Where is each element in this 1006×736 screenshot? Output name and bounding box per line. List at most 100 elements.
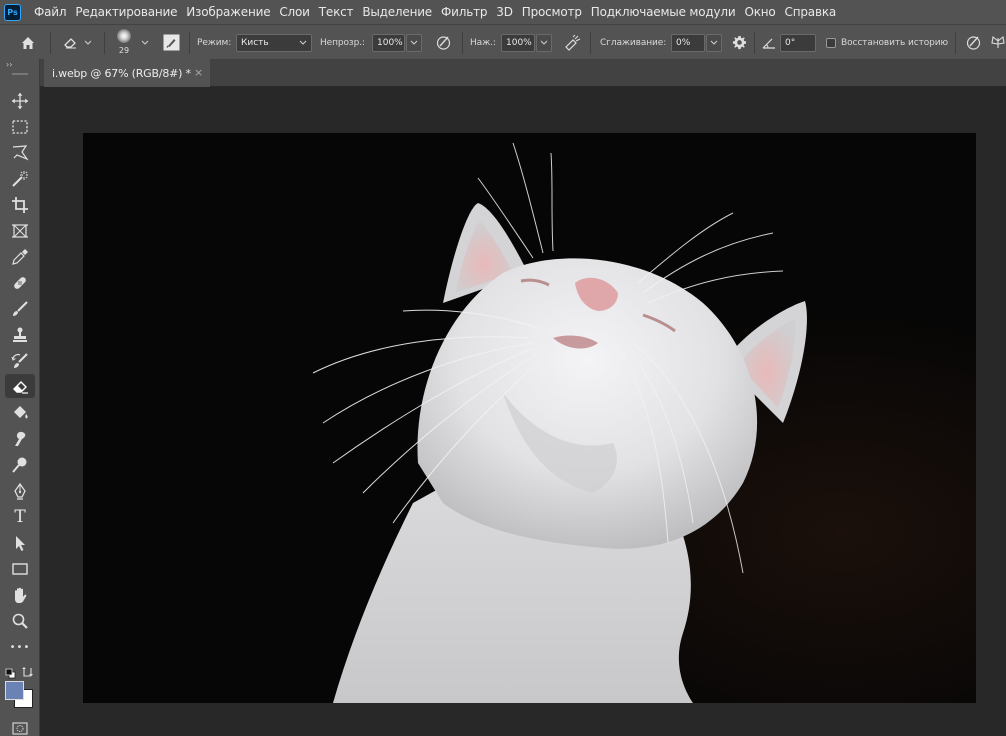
type-tool[interactable]: T bbox=[5, 505, 35, 529]
smudge-tool[interactable] bbox=[5, 427, 35, 451]
menu-edit[interactable]: Редактирование bbox=[71, 5, 182, 19]
home-button[interactable] bbox=[16, 25, 40, 60]
chevron-down-icon bbox=[540, 40, 548, 45]
more-tools[interactable]: ••• bbox=[5, 635, 35, 659]
swap-arrows-icon bbox=[22, 667, 33, 677]
healing-brush-tool[interactable] bbox=[5, 271, 35, 295]
frame-tool[interactable] bbox=[5, 219, 35, 243]
type-icon: T bbox=[14, 507, 26, 527]
angle-icon-wrap bbox=[761, 25, 777, 60]
opacity-control: 100% bbox=[372, 25, 422, 60]
pressure-opacity-button[interactable] bbox=[432, 25, 454, 60]
menu-image[interactable]: Изображение bbox=[182, 5, 275, 19]
menu-help[interactable]: Справка bbox=[781, 5, 841, 19]
menu-filter[interactable]: Фильтр bbox=[437, 5, 492, 19]
arrow-cursor-icon bbox=[16, 536, 25, 551]
brush-tool[interactable] bbox=[5, 297, 35, 321]
menu-plugins[interactable]: Подключаемые модули bbox=[587, 5, 741, 19]
quick-mask-icon bbox=[12, 722, 28, 735]
options-bar: 29 Режим: Кисть Непрозр.: 100% Наж.: 100… bbox=[0, 24, 1006, 59]
opacity-label: Непрозр.: bbox=[320, 37, 365, 48]
flow-slider-button[interactable] bbox=[536, 33, 552, 52]
butterfly-icon bbox=[991, 35, 1005, 48]
move-tool[interactable] bbox=[5, 89, 35, 113]
stylus-pressure-icon bbox=[966, 36, 980, 50]
brush-settings-toggle[interactable] bbox=[160, 25, 182, 60]
canvas-area[interactable] bbox=[40, 88, 1006, 736]
swap-colors-button[interactable] bbox=[22, 663, 34, 677]
menu-type[interactable]: Текст bbox=[315, 5, 359, 19]
restore-history-control[interactable]: Восстановить историю bbox=[826, 25, 948, 60]
airbrush-button[interactable] bbox=[561, 25, 583, 60]
menu-file[interactable]: Файл bbox=[30, 5, 71, 19]
soft-brush-icon bbox=[117, 29, 131, 43]
crop-tool[interactable] bbox=[5, 193, 35, 217]
clone-stamp-tool[interactable] bbox=[5, 323, 35, 347]
menu-layers[interactable]: Слои bbox=[275, 5, 314, 19]
dodge-tool[interactable] bbox=[5, 453, 35, 477]
hand-icon bbox=[15, 587, 27, 603]
lasso-tool[interactable] bbox=[5, 141, 35, 165]
pressure-size-button[interactable] bbox=[962, 25, 984, 60]
marquee-tool[interactable] bbox=[5, 115, 35, 139]
history-brush-tool[interactable] bbox=[5, 349, 35, 373]
mode-select[interactable]: Кисть bbox=[236, 25, 312, 60]
eraser-tool[interactable] bbox=[5, 374, 35, 398]
default-colors-button[interactable] bbox=[5, 664, 16, 679]
rectangle-tool[interactable] bbox=[5, 557, 35, 581]
document-tab-active[interactable]: i.webp @ 67% (RGB/8#) * × bbox=[44, 59, 210, 87]
mode-label: Режим: bbox=[197, 37, 232, 48]
chevron-down-icon bbox=[710, 40, 718, 45]
menu-3d[interactable]: 3D bbox=[492, 5, 517, 19]
symmetry-button[interactable] bbox=[990, 25, 1006, 60]
menu-bar: Ps Файл Редактирование Изображение Слои … bbox=[0, 0, 1006, 24]
hand-tool[interactable] bbox=[5, 583, 35, 607]
flow-control: 100% bbox=[501, 25, 552, 60]
tool-preset-picker[interactable] bbox=[60, 25, 94, 60]
stamp-icon bbox=[13, 327, 27, 342]
document-tabs: i.webp @ 67% (RGB/8#) * × bbox=[40, 59, 1006, 87]
history-brush-icon bbox=[11, 353, 28, 368]
brush-preset-picker[interactable]: 29 bbox=[112, 25, 152, 60]
magic-wand-tool[interactable] bbox=[5, 167, 35, 191]
opacity-slider-button[interactable] bbox=[406, 33, 422, 52]
smoothing-input[interactable]: 0% bbox=[671, 33, 705, 52]
eyedropper-tool[interactable] bbox=[5, 245, 35, 269]
crop-icon bbox=[12, 197, 28, 213]
restore-history-checkbox[interactable] bbox=[826, 37, 836, 48]
zoom-tool[interactable] bbox=[5, 609, 35, 633]
pen-nib-icon bbox=[14, 482, 26, 500]
quick-mask-button[interactable] bbox=[11, 720, 29, 735]
tools-panel: ›› T ••• bbox=[0, 59, 40, 736]
panel-grip[interactable] bbox=[12, 73, 28, 75]
opacity-input[interactable]: 100% bbox=[372, 33, 405, 52]
mode-value: Кисть bbox=[241, 37, 269, 48]
collapse-toolbar-button[interactable]: ›› bbox=[6, 60, 12, 69]
photoshop-logo[interactable]: Ps bbox=[4, 3, 21, 21]
angle-control: 0° bbox=[780, 25, 816, 60]
separator bbox=[50, 32, 51, 54]
smoothing-settings-button[interactable] bbox=[729, 25, 749, 60]
smoothing-group: Сглаживание: bbox=[600, 25, 666, 60]
stylus-pressure-icon bbox=[436, 36, 450, 50]
paint-bucket-tool[interactable] bbox=[5, 401, 35, 425]
mode-select-field[interactable]: Кисть bbox=[236, 33, 312, 52]
angle-input[interactable]: 0° bbox=[780, 33, 816, 52]
paint-bucket-icon bbox=[14, 406, 28, 419]
foreground-color-swatch[interactable] bbox=[5, 681, 24, 700]
flow-input[interactable]: 100% bbox=[501, 33, 535, 52]
close-tab-button[interactable]: × bbox=[194, 66, 203, 79]
smoothing-slider-button[interactable] bbox=[706, 33, 722, 52]
eraser-icon bbox=[64, 37, 76, 48]
menu-view[interactable]: Просмотр bbox=[518, 5, 587, 19]
path-selection-tool[interactable] bbox=[5, 531, 35, 555]
chevron-down-icon bbox=[299, 40, 307, 45]
chevron-down-icon bbox=[410, 40, 418, 45]
document-canvas[interactable] bbox=[83, 133, 976, 703]
pen-tool[interactable] bbox=[5, 479, 35, 503]
menu-select[interactable]: Выделение bbox=[358, 5, 437, 19]
rectangle-icon bbox=[12, 563, 28, 575]
menu-window[interactable]: Окно bbox=[740, 5, 780, 19]
home-icon bbox=[22, 36, 34, 49]
bandage-icon bbox=[14, 277, 26, 289]
